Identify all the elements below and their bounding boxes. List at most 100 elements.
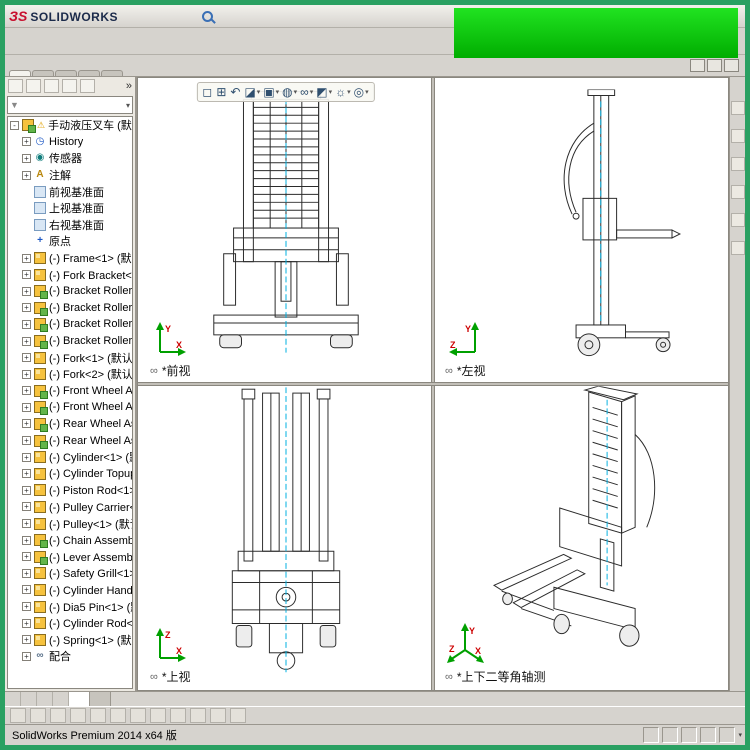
- displaymanager-tab-icon[interactable]: [80, 79, 95, 93]
- tree-item[interactable]: + (-) Frame<1> (默认<<默认: [8, 250, 132, 267]
- last-tab-button[interactable]: [53, 692, 69, 706]
- tree-item[interactable]: + ∞ 配合: [8, 648, 132, 665]
- tree-expander[interactable]: +: [22, 319, 31, 329]
- new-motion-study-icon[interactable]: [221, 30, 243, 52]
- viewport-front-pane[interactable]: Y X ∞ *前视: [138, 78, 433, 384]
- help-icon[interactable]: [358, 7, 377, 26]
- mass-properties-icon[interactable]: [351, 30, 373, 52]
- interference-detection-icon[interactable]: [299, 30, 321, 52]
- edit-appearance-icon[interactable]: ◩ ▾: [316, 85, 332, 99]
- doc-close-button[interactable]: [724, 59, 739, 72]
- solidworks-resources-icon[interactable]: [730, 101, 745, 115]
- tree-item[interactable]: + (-) Fork<1> (默认<<默认>_: [8, 349, 132, 366]
- tree-expander[interactable]: +: [22, 137, 31, 147]
- tree-expander[interactable]: +: [22, 452, 31, 462]
- enable-snaps-icon[interactable]: [230, 708, 246, 723]
- tree-expander[interactable]: +: [22, 369, 31, 379]
- new-document-icon[interactable]: [218, 7, 237, 26]
- linear-component-pattern-icon[interactable]: [65, 30, 87, 52]
- tab-model[interactable]: [69, 692, 90, 706]
- tree-expander[interactable]: +: [22, 651, 31, 661]
- tree-item[interactable]: + (-) Lever Assembly<1> (默: [8, 548, 132, 565]
- insert-components-icon[interactable]: [13, 30, 35, 52]
- tree-expander[interactable]: +: [22, 436, 31, 446]
- next-tab-button[interactable]: [37, 692, 53, 706]
- assembly-features-icon[interactable]: [169, 30, 191, 52]
- configurationmanager-tab-icon[interactable]: [44, 79, 59, 93]
- viewport-left-pane[interactable]: Y Z ∞ *左视: [433, 78, 728, 384]
- custom-properties-icon[interactable]: [730, 241, 745, 255]
- tree-expander[interactable]: +: [22, 602, 31, 612]
- tree-item[interactable]: + A 注解: [8, 167, 132, 184]
- tree-item[interactable]: + (-) Cylinder Handle<1> (默: [8, 582, 132, 599]
- previous-view-icon[interactable]: ↶: [230, 85, 241, 99]
- panel-overflow-chevron[interactable]: »: [126, 80, 132, 92]
- tab-office-products[interactable]: [101, 70, 123, 76]
- reference-geometry-icon[interactable]: [195, 30, 217, 52]
- tree-expander[interactable]: +: [22, 568, 31, 578]
- circle-snap-icon[interactable]: [70, 708, 86, 723]
- tree-item[interactable]: 右视基准面: [8, 217, 132, 234]
- search-icon[interactable]: [198, 7, 217, 26]
- grid-settings-icon[interactable]: [10, 708, 26, 723]
- viewport-isometric-pane[interactable]: Y X Z ∞ *上下二等角轴测: [433, 384, 728, 690]
- menu-insert[interactable]: [157, 14, 167, 18]
- tree-expander[interactable]: +: [22, 386, 31, 396]
- view-orientation-icon[interactable]: ▣ ▾: [263, 85, 279, 99]
- tree-expander[interactable]: +: [22, 353, 31, 363]
- dimxpertmanager-tab-icon[interactable]: [62, 79, 77, 93]
- tree-item[interactable]: + (-) Rear Wheel Assembly<1: [8, 416, 132, 433]
- tree-item[interactable]: + ◷ History: [8, 134, 132, 151]
- line-snap-icon[interactable]: [130, 708, 146, 723]
- tree-item[interactable]: + (-) Pulley Carrier<1> (默: [8, 499, 132, 516]
- filter-dropdown-icon[interactable]: ▾: [126, 101, 130, 110]
- print-icon[interactable]: [278, 7, 297, 26]
- tree-expander[interactable]: +: [22, 336, 31, 346]
- appearances-scenes-icon[interactable]: [730, 213, 745, 227]
- menu-view[interactable]: [147, 14, 157, 18]
- sketch-snap-icon[interactable]: [50, 708, 66, 723]
- doc-minimize-button[interactable]: [690, 59, 705, 72]
- previous-tab-button[interactable]: [21, 692, 37, 706]
- tree-expander[interactable]: +: [22, 153, 31, 163]
- tree-item[interactable]: + (-) Fork<2> (默认<<默认>: [8, 366, 132, 383]
- parallel-snap-icon[interactable]: [190, 708, 206, 723]
- menu-tools[interactable]: [167, 14, 177, 18]
- tree-item[interactable]: + (-) Front Wheel Assembly<: [8, 383, 132, 400]
- propertymanager-tab-icon[interactable]: [26, 79, 41, 93]
- tree-expander[interactable]: +: [22, 170, 31, 180]
- tab-evaluate[interactable]: [78, 70, 100, 76]
- measure-icon[interactable]: [325, 30, 347, 52]
- viewport-splitter-horizontal[interactable]: [138, 382, 728, 386]
- apply-scene-icon[interactable]: ☼ ▾: [335, 85, 351, 99]
- snap-settings-icon[interactable]: [30, 708, 46, 723]
- viewport-top-pane[interactable]: Z X ∞ *上视: [138, 384, 433, 690]
- zoom-fit-icon[interactable]: ◻: [202, 85, 213, 99]
- tree-item[interactable]: 上视基准面: [8, 200, 132, 217]
- tree-item[interactable]: + (-) Piston Rod<1> (默认<: [8, 482, 132, 499]
- rectangle-snap-icon[interactable]: [90, 708, 106, 723]
- show-hidden-components-icon[interactable]: [143, 30, 165, 52]
- mate-icon[interactable]: [39, 30, 61, 52]
- display-style-icon[interactable]: ◍ ▾: [282, 85, 297, 99]
- tree-item[interactable]: 前视基准面: [8, 183, 132, 200]
- tree-expander[interactable]: +: [22, 270, 31, 280]
- smart-fasteners-icon[interactable]: [91, 30, 113, 52]
- tree-expander[interactable]: +: [22, 419, 31, 429]
- rebuild-icon[interactable]: [318, 7, 337, 26]
- featuremanager-tab-icon[interactable]: [8, 79, 23, 93]
- undo-icon[interactable]: [298, 7, 317, 26]
- tree-item[interactable]: + (-) Fork Bracket<1> (默认: [8, 266, 132, 283]
- tree-item[interactable]: + (-) Bracket Roller Assembl: [8, 333, 132, 350]
- tab-motion-study-1[interactable]: [90, 692, 111, 706]
- open-document-icon[interactable]: [238, 7, 257, 26]
- tree-expander[interactable]: +: [22, 253, 31, 263]
- tree-expander[interactable]: +: [22, 469, 31, 479]
- tree-expander[interactable]: +: [22, 485, 31, 495]
- tree-item[interactable]: + (-) Front Wheel Assembly<: [8, 399, 132, 416]
- featuremanager-filter-input[interactable]: [20, 99, 124, 111]
- graphics-area[interactable]: ◻ ⊞ ↶ ◪ ▾ ▣ ▾ ◍ ▾ ∞ ▾ ◩ ▾ ☼ ▾ ◎ ▾ Y X ∞ …: [137, 77, 729, 691]
- polygon-snap-icon[interactable]: [110, 708, 126, 723]
- bill-of-materials-icon[interactable]: [247, 30, 269, 52]
- tree-item[interactable]: + (-) Cylinder Topup Cap<1>: [8, 465, 132, 482]
